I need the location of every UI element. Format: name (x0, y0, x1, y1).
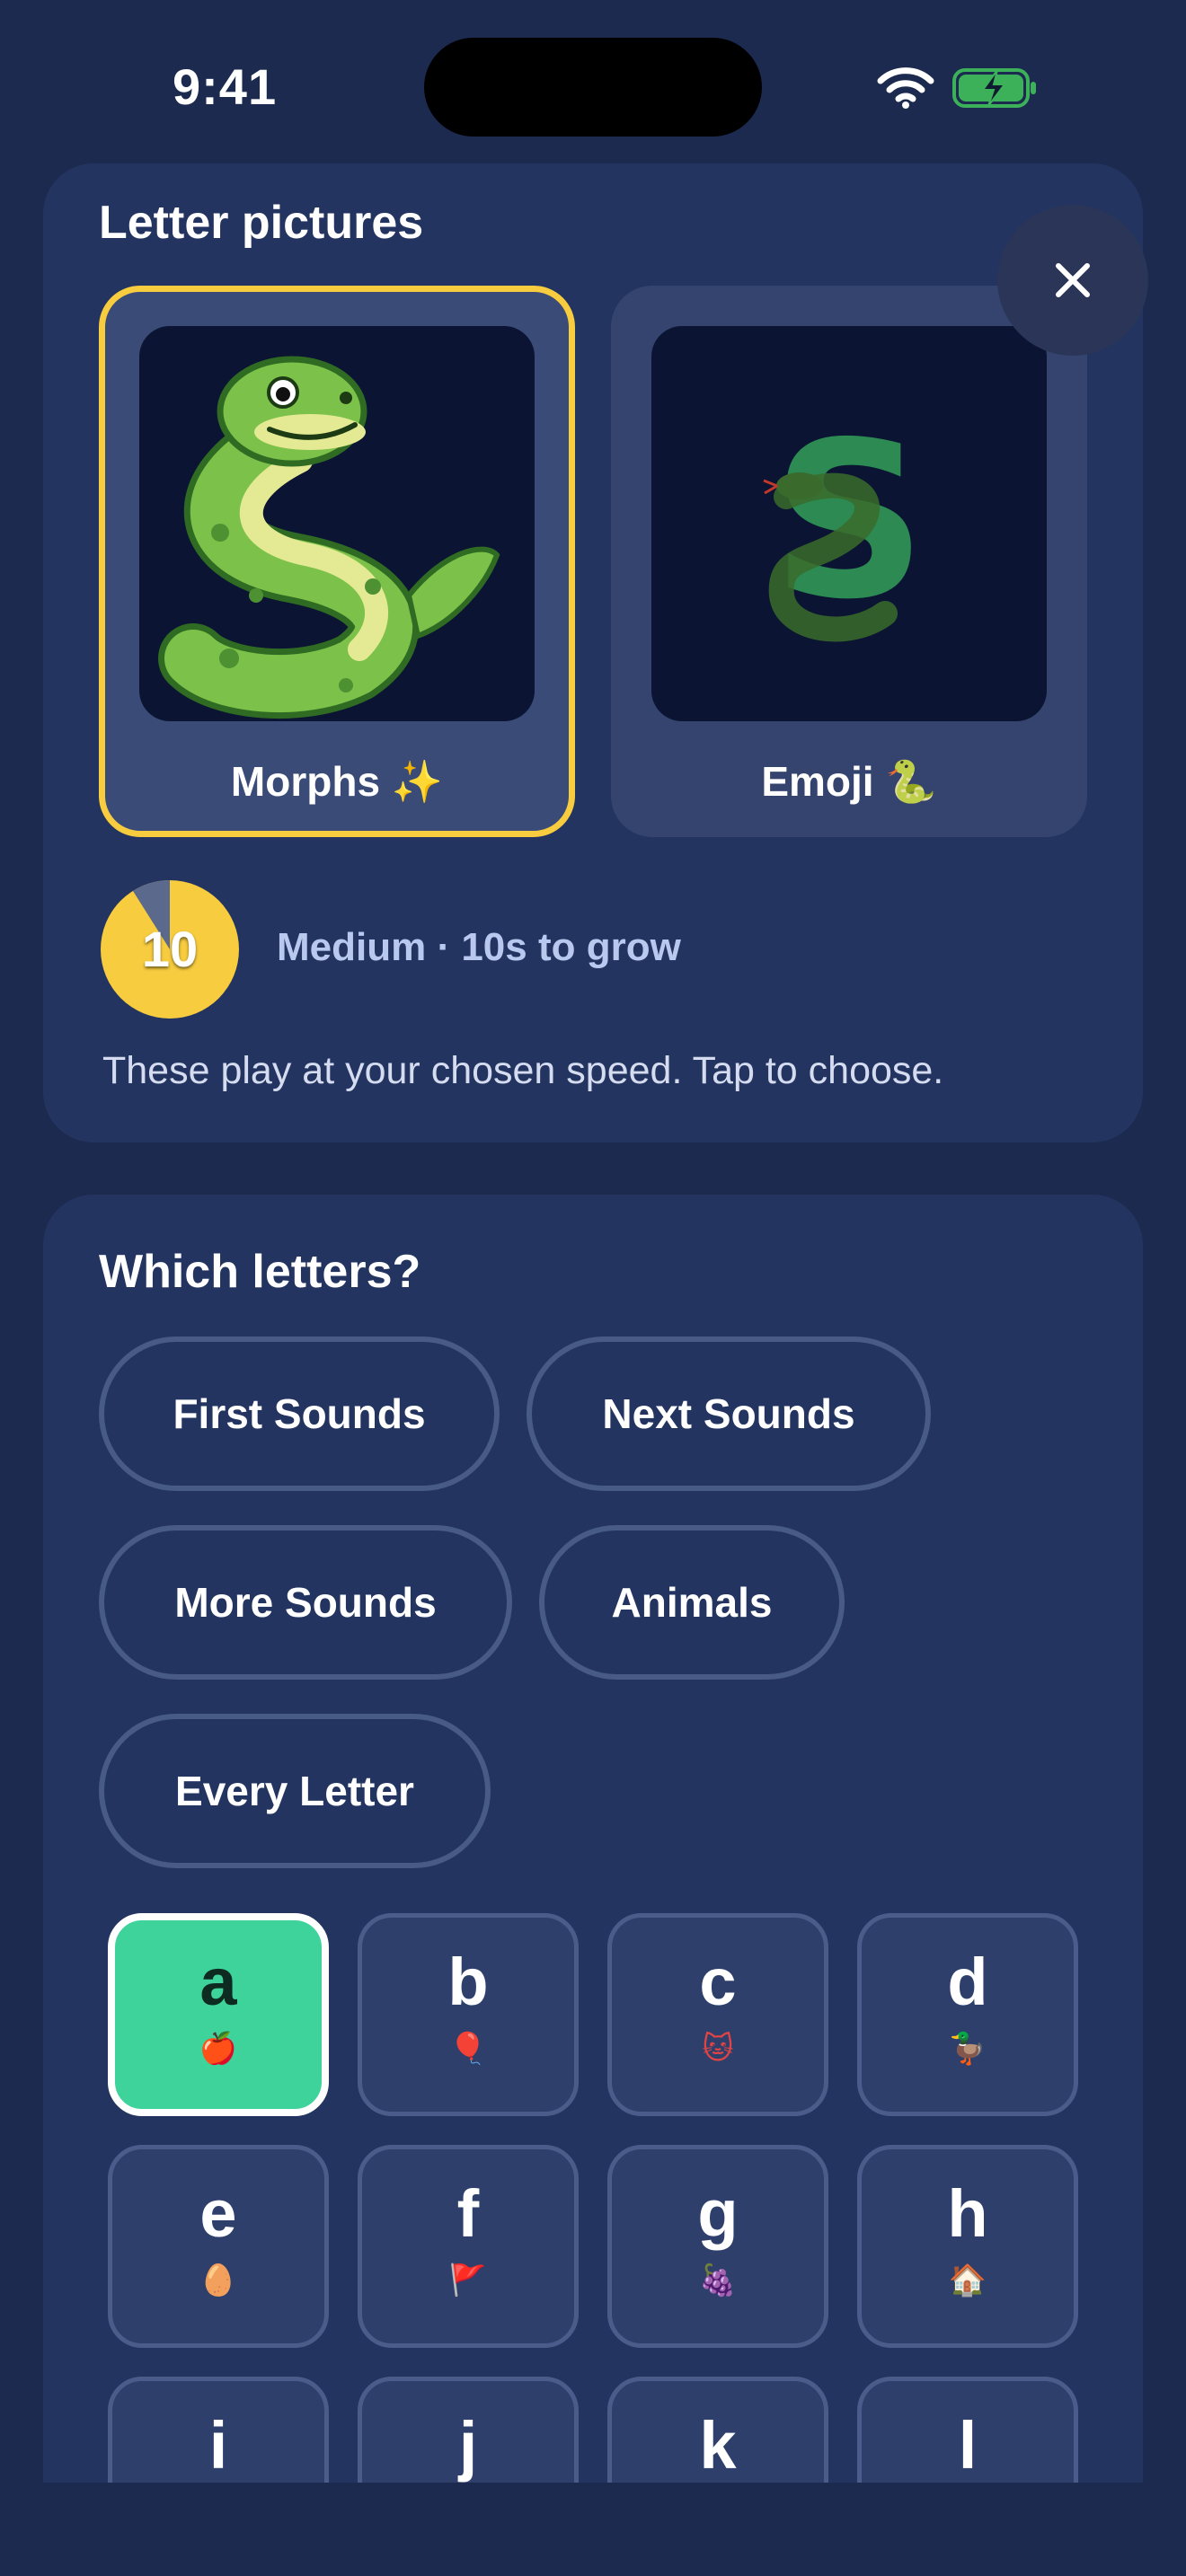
letter-tile-g[interactable]: g 🍇 (607, 2145, 828, 2348)
duck-icon: 🦆 (948, 2032, 987, 2066)
letter-char: k (699, 2408, 737, 2483)
speed-selector[interactable]: 10 Medium · 10s to grow (99, 878, 1087, 1022)
group-chip-every-letter[interactable]: Every Letter (99, 1714, 491, 1868)
letter-tile-e[interactable]: e 🥚 (108, 2145, 329, 2348)
emoji-snake-image: S (651, 326, 1047, 721)
letter-char: e (199, 2176, 237, 2251)
close-icon (1056, 263, 1090, 297)
letter-char: d (947, 1945, 988, 2019)
wifi-icon (877, 67, 934, 109)
speed-label: Medium · 10s to grow (277, 925, 681, 969)
which-letters-title: Which letters? (99, 1246, 421, 1298)
letter-char: l (958, 2408, 978, 2483)
emoji-option-label: Emoji 🐍 (761, 758, 937, 805)
letter-tile-a[interactable]: a 🍎 (108, 1913, 329, 2116)
cat-icon: 🐱 (702, 2032, 734, 2066)
letter-pictures-card: Letter pictures Morphs ✨ S Emoji 🐍 10 Me… (43, 163, 1143, 1142)
speed-hint: These play at your chosen speed. Tap to … (102, 1049, 944, 1092)
status-time: 9:41 (173, 58, 278, 115)
letter-char: a (199, 1945, 237, 2019)
letter-char: f (456, 2176, 480, 2251)
emoji-option[interactable]: S Emoji 🐍 (611, 286, 1087, 837)
speed-dial[interactable]: 10 (99, 878, 241, 1020)
which-letters-card: Which letters? First Sounds Next Sounds … (43, 1195, 1143, 2483)
egg-icon: 🥚 (199, 2263, 238, 2298)
speed-value: 10 (141, 921, 199, 977)
morphs-option-label: Morphs ✨ (230, 758, 444, 805)
letter-char: j (458, 2408, 478, 2483)
battery-charging-icon (952, 68, 1036, 108)
letter-char: g (697, 2176, 739, 2251)
group-chip-animals[interactable]: Animals (539, 1525, 845, 1680)
morphs-snake-image (139, 326, 535, 721)
dynamic-island (424, 38, 762, 137)
letter-tile-b[interactable]: b 🎈 (358, 1913, 579, 2116)
group-chip-next-sounds[interactable]: Next Sounds (527, 1337, 931, 1491)
letter-tile-d[interactable]: d 🦆 (857, 1913, 1078, 2116)
bottom-strip (0, 2483, 1186, 2576)
group-chip-more-sounds[interactable]: More Sounds (99, 1525, 512, 1680)
status-bar: 9:41 (0, 0, 1186, 153)
letter-tile-j[interactable]: j (358, 2377, 579, 2483)
letter-tile-h[interactable]: h 🏠 (857, 2145, 1078, 2348)
group-chip-first-sounds[interactable]: First Sounds (99, 1337, 500, 1491)
letter-char: h (947, 2176, 988, 2251)
house-icon: 🏠 (948, 2263, 987, 2298)
letter-tile-k[interactable]: k (607, 2377, 828, 2483)
flag-icon: 🚩 (448, 2263, 488, 2298)
letter-pictures-title: Letter pictures (99, 197, 424, 249)
letter-char: b (447, 1945, 489, 2019)
letter-tile-i[interactable]: i (108, 2377, 329, 2483)
letter-tile-f[interactable]: f 🚩 (358, 2145, 579, 2348)
apple-icon: 🍎 (199, 2032, 238, 2066)
settings-scroll-area[interactable]: Letter pictures Morphs ✨ S Emoji 🐍 10 Me… (0, 0, 1186, 2483)
morphs-option[interactable]: Morphs ✨ (99, 286, 575, 837)
letter-tile-l[interactable]: l (857, 2377, 1078, 2483)
letter-char: i (208, 2408, 228, 2483)
grapes-icon: 🍇 (698, 2263, 738, 2298)
letter-tile-c[interactable]: c 🐱 (607, 1913, 828, 2116)
letter-char: c (699, 1945, 737, 2019)
close-button[interactable] (997, 205, 1148, 356)
balloon-icon: 🎈 (448, 2032, 488, 2066)
